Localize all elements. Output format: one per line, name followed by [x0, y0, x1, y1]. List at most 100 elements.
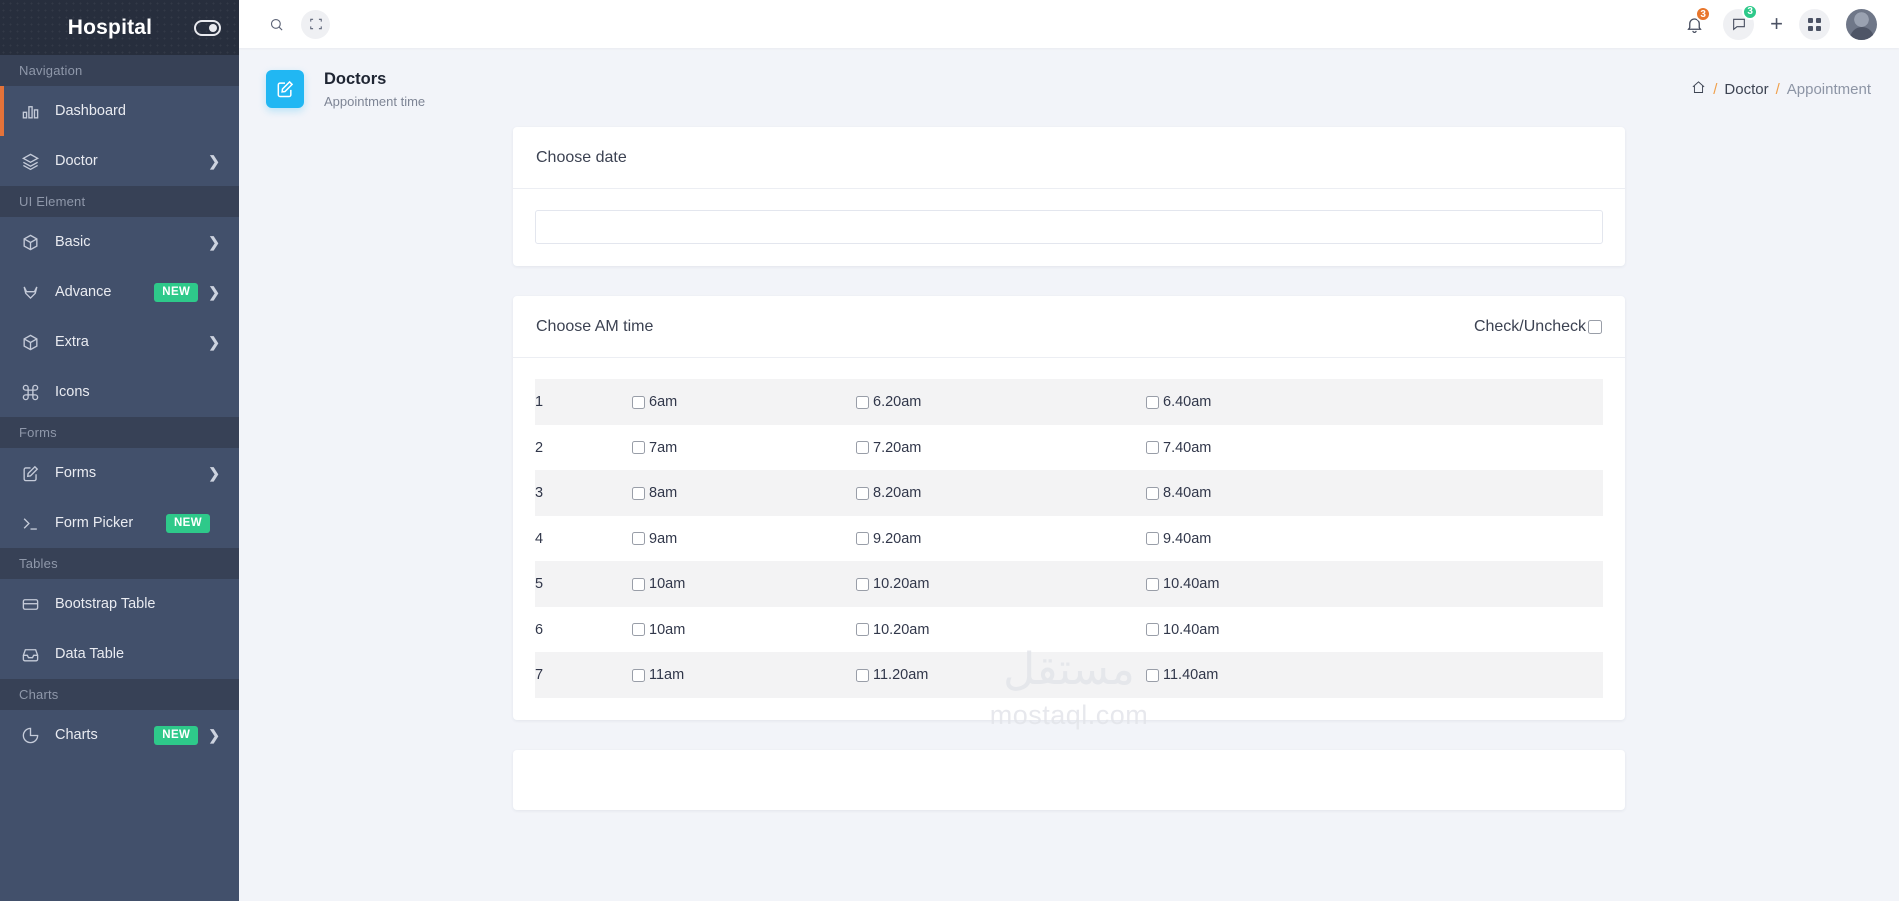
- breadcrumb-separator-1: /: [1713, 80, 1718, 98]
- edit-square-icon: [266, 70, 304, 109]
- time-slot-checkbox[interactable]: [632, 441, 645, 455]
- sidebar-item-bootstrap-table[interactable]: Bootstrap Table: [0, 579, 239, 629]
- chevron-right-icon[interactable]: ❯: [208, 466, 220, 480]
- time-slot-cell: 9.40am: [1146, 516, 1603, 562]
- time-slot-checkbox[interactable]: [632, 486, 645, 500]
- time-slot-checkbox[interactable]: [1146, 486, 1159, 500]
- sidebar-item-dashboard[interactable]: Dashboard: [0, 86, 239, 136]
- time-slot-checkbox[interactable]: [856, 486, 869, 500]
- breadcrumb-item-doctor[interactable]: Doctor: [1724, 81, 1768, 98]
- time-slot-label[interactable]: 10.20am: [873, 576, 929, 592]
- fullscreen-icon[interactable]: [301, 9, 330, 39]
- time-slot-label[interactable]: 10am: [649, 622, 685, 638]
- main-area: 3 3 + Doctors Appointment time / Doctor …: [239, 0, 1899, 901]
- bell-icon[interactable]: 3: [1681, 6, 1712, 37]
- chevron-right-icon[interactable]: ❯: [208, 728, 220, 742]
- sidebar-item-advance[interactable]: Advance NEW ❯: [0, 267, 239, 317]
- toggle-switch-icon[interactable]: [194, 19, 221, 36]
- top-toolbar: 3 3 +: [239, 0, 1899, 48]
- time-slot-checkbox[interactable]: [1146, 668, 1159, 682]
- time-slot-checkbox[interactable]: [1146, 577, 1159, 591]
- time-slot-label[interactable]: 10.40am: [1163, 622, 1219, 638]
- sidebar-item-forms[interactable]: Forms ❯: [0, 448, 239, 498]
- table-icon: [19, 593, 41, 615]
- layers-icon: [19, 150, 41, 172]
- sidebar-item-label: Icons: [55, 384, 90, 400]
- time-slot-label[interactable]: 6am: [649, 394, 677, 410]
- check-uncheck-checkbox[interactable]: [1588, 320, 1602, 335]
- time-slot-label[interactable]: 7am: [649, 440, 677, 456]
- table-row: 1 6am 6.20am 6.40am: [535, 379, 1603, 425]
- search-icon[interactable]: [263, 11, 289, 37]
- time-slot-label[interactable]: 11am: [649, 667, 684, 683]
- chevron-right-icon[interactable]: ❯: [208, 335, 220, 349]
- time-slot-label[interactable]: 7.20am: [873, 440, 921, 456]
- sidebar-item-form-picker[interactable]: Form Picker NEW: [0, 498, 239, 548]
- sidebar-item-extra[interactable]: Extra ❯: [0, 317, 239, 367]
- time-slot-label[interactable]: 6.20am: [873, 394, 921, 410]
- time-slot-label[interactable]: 6.40am: [1163, 394, 1211, 410]
- time-slot-checkbox[interactable]: [632, 532, 645, 546]
- sidebar-item-icons[interactable]: Icons: [0, 367, 239, 417]
- sidebar-item-basic[interactable]: Basic ❯: [0, 217, 239, 267]
- chevron-right-icon[interactable]: ❯: [208, 235, 220, 249]
- breadcrumb: / Doctor / Appointment: [1691, 80, 1871, 99]
- table-row: 2 7am 7.20am 7.40am: [535, 425, 1603, 471]
- edit-square-icon: [19, 462, 41, 484]
- check-uncheck-label: Check/Uncheck: [1473, 318, 1586, 336]
- grid-apps-icon[interactable]: [1799, 8, 1830, 40]
- sidebar-item-label: Bootstrap Table: [55, 596, 156, 612]
- time-slot-checkbox[interactable]: [856, 395, 869, 409]
- time-slot-label[interactable]: 8.20am: [873, 485, 921, 501]
- sidebar-item-label: Form Picker: [55, 515, 134, 531]
- time-slot-checkbox[interactable]: [856, 577, 869, 591]
- row-number: 1: [535, 394, 544, 411]
- time-slot-cell: 11am: [632, 652, 856, 698]
- time-slot-checkbox[interactable]: [856, 623, 869, 637]
- time-slot-cell: 7.20am: [856, 425, 1146, 471]
- time-slot-checkbox[interactable]: [856, 441, 869, 455]
- add-button[interactable]: +: [1770, 13, 1783, 35]
- time-slot-label[interactable]: 9.40am: [1163, 531, 1211, 547]
- sidebar-item-doctor[interactable]: Doctor ❯: [0, 136, 239, 186]
- page-title: Doctors: [324, 70, 387, 88]
- table-row: 6 10am 10.20am 10.40am: [535, 607, 1603, 653]
- time-slot-label[interactable]: 8am: [649, 485, 677, 501]
- time-slot-checkbox[interactable]: [1146, 441, 1159, 455]
- chevron-right-icon[interactable]: ❯: [208, 285, 220, 299]
- time-slot-checkbox[interactable]: [856, 532, 869, 546]
- date-input[interactable]: [535, 210, 1603, 245]
- time-slot-checkbox[interactable]: [856, 668, 869, 682]
- row-number: 3: [535, 485, 544, 502]
- sidebar-item-new-badge: NEW: [154, 725, 199, 745]
- sidebar-item-charts[interactable]: Charts NEW ❯: [0, 710, 239, 760]
- time-slot-label[interactable]: 8.40am: [1163, 485, 1211, 501]
- time-slot-label[interactable]: 9am: [649, 531, 677, 547]
- time-slot-label[interactable]: 11.20am: [873, 667, 928, 683]
- time-slot-checkbox[interactable]: [632, 668, 645, 682]
- time-slot-label[interactable]: 10am: [649, 576, 685, 592]
- time-slot-cell: 11.40am: [1146, 652, 1603, 698]
- avatar[interactable]: [1846, 8, 1877, 40]
- home-icon[interactable]: [1691, 80, 1706, 99]
- chevron-right-icon[interactable]: ❯: [208, 154, 220, 168]
- sidebar-item-data-table[interactable]: Data Table: [0, 629, 239, 679]
- time-slot-checkbox[interactable]: [1146, 623, 1159, 637]
- choose-date-card-header: Choose date: [513, 127, 1625, 190]
- time-slot-label[interactable]: 9.20am: [873, 531, 921, 547]
- time-slot-label[interactable]: 10.40am: [1163, 576, 1219, 592]
- time-slot-cell: 7.40am: [1146, 425, 1603, 471]
- time-slot-checkbox[interactable]: [632, 577, 645, 591]
- time-slot-checkbox[interactable]: [1146, 395, 1159, 409]
- time-slot-label[interactable]: 10.20am: [873, 622, 929, 638]
- time-slot-label[interactable]: 7.40am: [1163, 440, 1211, 456]
- row-number: 5: [535, 576, 544, 593]
- sidebar-item-label: Advance: [55, 284, 112, 300]
- chat-bubble-icon[interactable]: 3: [1723, 3, 1759, 40]
- time-slot-label[interactable]: 11.40am: [1163, 667, 1218, 683]
- sidebar-item-label: Doctor: [55, 153, 98, 169]
- time-slot-cell: 6.20am: [856, 379, 1146, 425]
- time-slot-checkbox[interactable]: [1146, 532, 1159, 546]
- time-slot-checkbox[interactable]: [632, 395, 645, 409]
- time-slot-checkbox[interactable]: [632, 623, 645, 637]
